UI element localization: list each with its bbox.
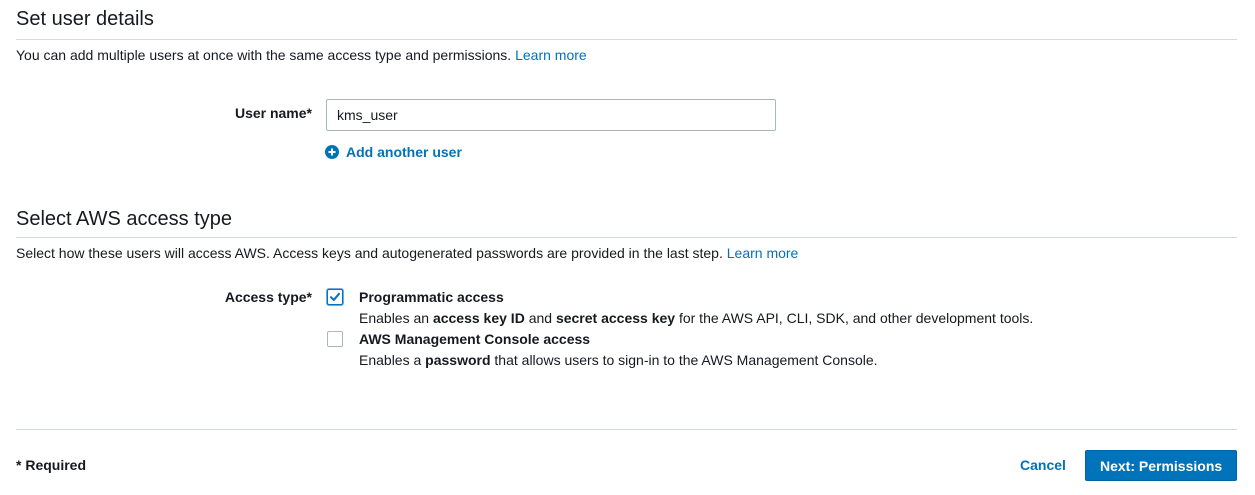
access-type-label: Access type* (224, 289, 312, 305)
next-permissions-button[interactable]: Next: Permissions (1085, 450, 1238, 481)
cancel-button[interactable]: Cancel (1020, 457, 1066, 473)
user-name-label: User name* (234, 105, 312, 121)
programmatic-access-description: Enables an access key ID and secret acce… (359, 310, 1034, 326)
footer-divider (16, 429, 1237, 430)
programmatic-access-title: Programmatic access (359, 289, 504, 305)
description-text: You can add multiple users at once with … (16, 47, 512, 63)
section-description-user-details: You can add multiple users at once with … (16, 47, 587, 63)
divider (16, 237, 1237, 238)
programmatic-access-checkbox[interactable] (327, 289, 343, 305)
console-access-checkbox[interactable] (327, 331, 343, 347)
user-name-input[interactable] (326, 99, 776, 131)
plus-circle-icon (325, 145, 339, 159)
required-note: * Required (16, 457, 87, 473)
section-title-user-details: Set user details (16, 8, 154, 30)
add-another-user-label: Add another user (346, 144, 462, 160)
console-access-title: AWS Management Console access (359, 331, 591, 347)
checkmark-icon (330, 292, 340, 301)
section-description-access-type: Select how these users will access AWS. … (16, 245, 798, 261)
learn-more-link[interactable]: Learn more (727, 245, 799, 261)
description-text: Select how these users will access AWS. … (16, 245, 723, 261)
divider (16, 39, 1237, 40)
console-access-description: Enables a password that allows users to … (359, 352, 878, 368)
section-title-access-type: Select AWS access type (16, 208, 233, 230)
learn-more-link[interactable]: Learn more (515, 47, 587, 63)
add-another-user-button[interactable]: Add another user (325, 144, 462, 160)
